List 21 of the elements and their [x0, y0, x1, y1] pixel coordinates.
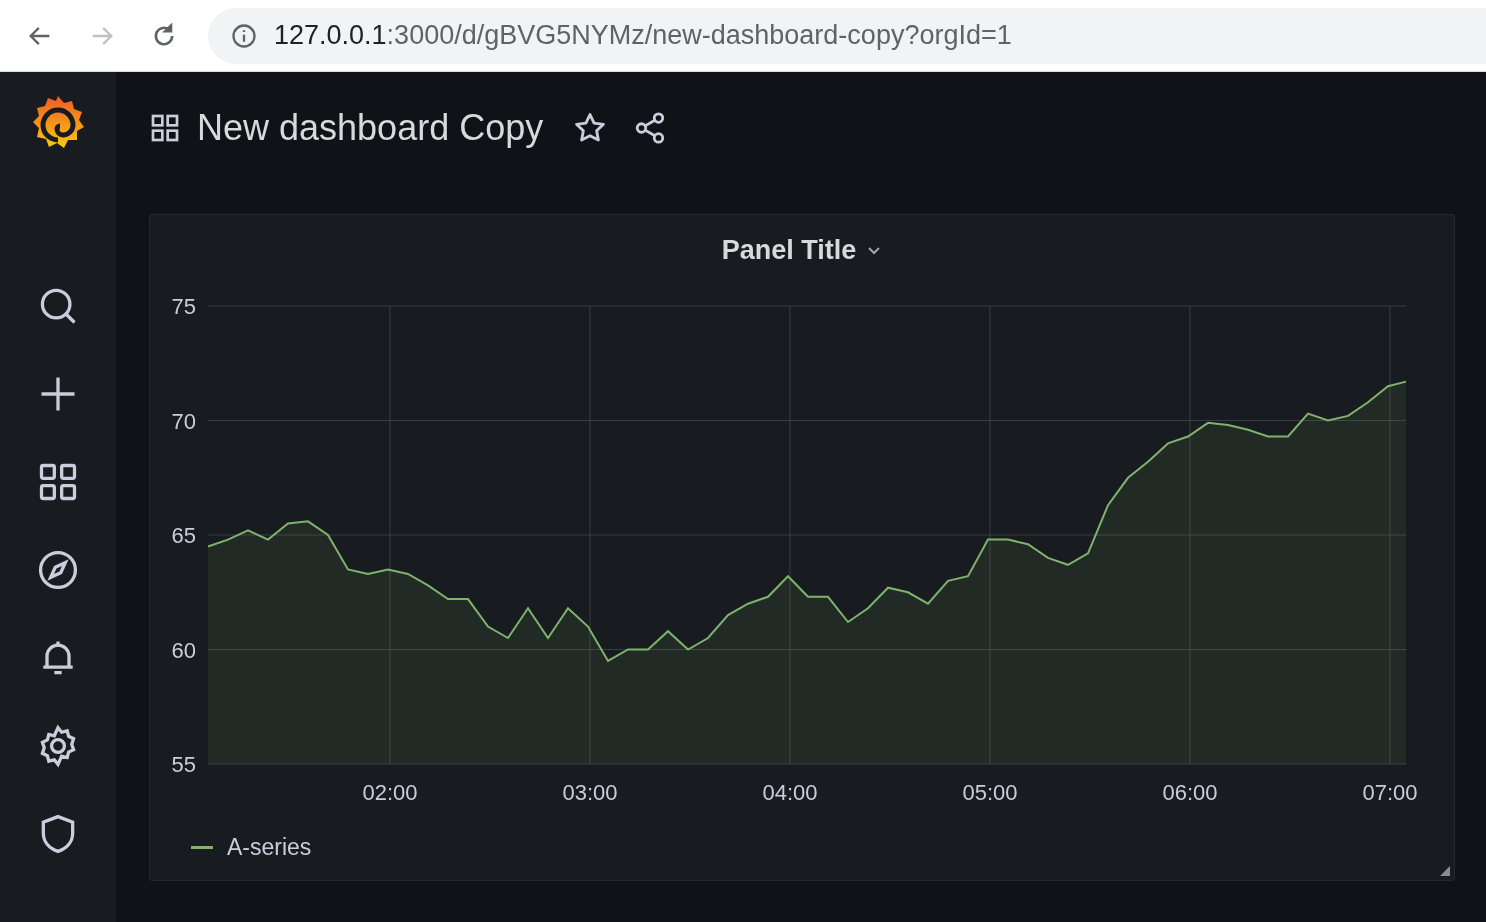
y-tick-label: 70 [171, 408, 196, 434]
x-tick-label: 05:00 [962, 780, 1018, 805]
panel-title[interactable]: Panel Title [721, 229, 857, 271]
y-tick-label: 60 [171, 637, 196, 663]
compass-icon[interactable] [36, 548, 80, 592]
x-tick-label: 04:00 [762, 780, 818, 805]
y-tick-label: 55 [171, 752, 196, 777]
dashboard-grid-icon [149, 112, 181, 144]
x-tick-label: 03:00 [562, 780, 618, 805]
dashboard-title[interactable]: New dashboard Copy [197, 101, 544, 155]
star-icon[interactable] [573, 111, 608, 145]
x-tick-label: 02:00 [362, 780, 418, 805]
x-tick-label: 06:00 [1162, 780, 1218, 805]
legend-label[interactable]: A-series [227, 830, 312, 865]
y-tick-label: 65 [171, 523, 196, 548]
info-icon [230, 21, 258, 50]
resize-handle-icon[interactable] [1440, 866, 1450, 876]
address-bar[interactable]: 127.0.0.1:3000/d/gBVG5NYMz/new-dashboard-copy?orgId=1 [208, 7, 1486, 64]
y-tick-label: 75 [171, 294, 196, 319]
url-text: 127.0.0.1:3000/d/gBVG5NYMz/new-dashboard-copy?orgId=1 [274, 19, 1012, 53]
x-tick-label: 07:00 [1362, 780, 1418, 805]
